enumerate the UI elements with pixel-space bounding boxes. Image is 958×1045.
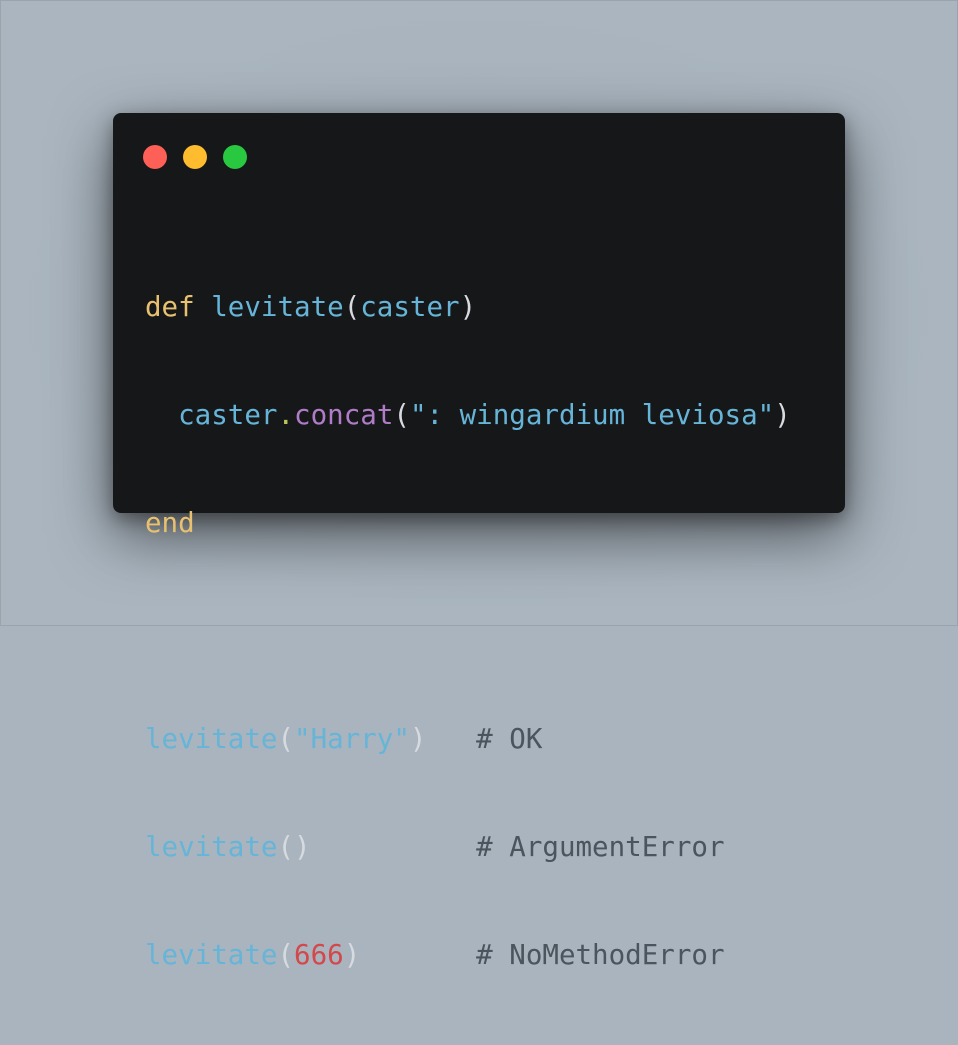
code-line: levitate("Harry") # OK	[145, 721, 791, 757]
code-line: def levitate(caster)	[145, 289, 791, 325]
parameter: caster	[360, 291, 460, 323]
keyword-end: end	[145, 507, 195, 539]
parens: ()	[277, 831, 311, 863]
function-name: levitate	[211, 291, 344, 323]
close-dot-icon[interactable]	[143, 145, 167, 169]
function-call: levitate	[145, 723, 278, 755]
number-literal: 666	[294, 939, 344, 971]
string-literal: "Harry"	[294, 723, 410, 755]
function-call: levitate	[145, 831, 278, 863]
open-paren: (	[277, 939, 295, 971]
open-paren: (	[393, 399, 410, 431]
method-call: concat	[294, 399, 394, 431]
comment: # ArgumentError	[476, 831, 725, 863]
close-paren: )	[459, 291, 477, 323]
dot-operator: .	[277, 399, 295, 431]
code-line: caster.concat(": wingardium leviosa")	[145, 397, 791, 433]
code-block: def levitate(caster) caster.concat(": wi…	[145, 217, 791, 1045]
maximize-dot-icon[interactable]	[223, 145, 247, 169]
close-paren: )	[409, 723, 427, 755]
code-window: def levitate(caster) caster.concat(": wi…	[113, 113, 845, 971]
open-paren: (	[343, 291, 361, 323]
function-call: levitate	[145, 939, 278, 971]
code-line: levitate(666) # NoMethodError	[145, 937, 791, 973]
minimize-dot-icon[interactable]	[183, 145, 207, 169]
keyword-def: def	[145, 291, 195, 323]
code-line: end	[145, 505, 791, 541]
open-paren: (	[277, 723, 295, 755]
close-paren: )	[774, 399, 791, 431]
string-literal: ": wingardium leviosa"	[409, 399, 775, 431]
code-line: levitate() # ArgumentError	[145, 829, 791, 865]
close-paren: )	[343, 939, 361, 971]
comment: # OK	[476, 723, 543, 755]
comment: # NoMethodError	[476, 939, 725, 971]
receiver: caster	[178, 399, 278, 431]
